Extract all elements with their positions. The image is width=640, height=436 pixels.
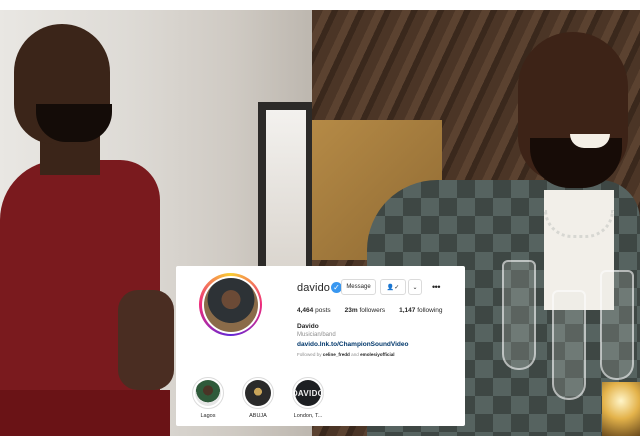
- suggested-button[interactable]: ⌄: [408, 279, 422, 295]
- profile-link[interactable]: davido.lnk.to/ChampionSoundVideo: [297, 341, 408, 348]
- person-pants: [0, 390, 170, 436]
- avatar-image: [203, 277, 258, 332]
- profile-category: Musician/band: [297, 332, 336, 338]
- wine-glass: [600, 270, 634, 380]
- highlight-cover-text: DAVIDO: [291, 388, 325, 398]
- story-highlight-lagos[interactable]: Lagos: [186, 377, 230, 419]
- followed-by-prefix: Followed by: [297, 352, 322, 357]
- highlight-cover: [245, 380, 271, 406]
- collage: davido ✓ Message 👤✓ ⌄ ••• 4,464 posts 23…: [0, 0, 640, 436]
- story-highlight-london[interactable]: DAVIDO London, T...: [286, 377, 330, 419]
- highlight-cover: DAVIDO: [291, 380, 325, 406]
- highlight-label: Lagos: [200, 413, 216, 419]
- person-arm: [118, 290, 174, 390]
- wall-mirror-glass: [266, 110, 306, 275]
- profile-full-name: Davido: [297, 323, 319, 330]
- posts-label: posts: [315, 307, 331, 314]
- highlight-ring: [242, 377, 274, 409]
- wine-glass: [502, 260, 536, 370]
- followers-label: followers: [359, 307, 386, 314]
- follower-name: emolesiyofficial: [360, 352, 395, 357]
- candle-light: [602, 382, 640, 436]
- follower-name: celine_fredd: [322, 352, 350, 357]
- person-check-icon: 👤✓: [386, 284, 400, 291]
- posts-stat: 4,464 posts: [297, 307, 331, 314]
- followed-by-and: and: [351, 352, 359, 357]
- highlight-cover: [195, 380, 221, 406]
- message-button[interactable]: Message: [341, 279, 376, 295]
- story-highlight-abuja[interactable]: ABUJA: [236, 377, 280, 419]
- instagram-profile-card: davido ✓ Message 👤✓ ⌄ ••• 4,464 posts 23…: [176, 266, 465, 426]
- chevron-down-icon: ⌄: [412, 284, 418, 291]
- following-count: 1,147: [399, 307, 416, 314]
- top-border: [0, 0, 640, 10]
- following-label: following: [417, 307, 443, 314]
- followed-by-text[interactable]: Followed by celine_fredd and emolesiyoff…: [297, 352, 395, 357]
- followers-stat[interactable]: 23m followers: [345, 307, 385, 314]
- more-options-icon[interactable]: •••: [429, 279, 443, 295]
- wine-glass: [552, 290, 586, 400]
- profile-stats: 4,464 posts 23m followers 1,147 followin…: [297, 307, 443, 314]
- following-stat[interactable]: 1,147 following: [399, 307, 442, 314]
- highlight-ring: DAVIDO: [292, 377, 324, 409]
- followers-count: 23m: [344, 307, 358, 314]
- profile-avatar[interactable]: [199, 273, 262, 336]
- profile-username: davido: [297, 282, 331, 294]
- following-button[interactable]: 👤✓: [380, 279, 406, 295]
- highlight-label: ABUJA: [249, 413, 267, 419]
- avatar-border: [201, 275, 260, 334]
- posts-count: 4,464: [297, 307, 314, 314]
- highlight-ring: [192, 377, 224, 409]
- highlight-label: London, T...: [293, 413, 323, 419]
